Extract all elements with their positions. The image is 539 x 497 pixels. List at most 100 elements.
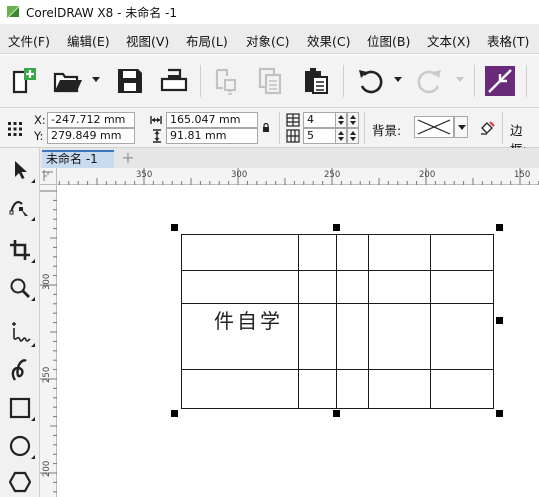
menu-effects[interactable]: 效果(C) [307, 31, 350, 50]
toolbar-separator [474, 65, 475, 97]
cut-button[interactable] [210, 65, 242, 97]
propbar-separator [279, 112, 280, 144]
ruler-label: 150 [514, 170, 531, 180]
vertical-ruler[interactable]: 300 250 200 [40, 185, 57, 497]
selection-handle[interactable] [333, 224, 340, 231]
undo-dropdown-arrow[interactable] [394, 77, 402, 82]
open-button[interactable] [52, 65, 84, 97]
columns-spinner-alt[interactable] [347, 128, 359, 144]
paste-button[interactable] [300, 65, 332, 97]
add-tab-button[interactable]: + [118, 150, 138, 168]
selection-handle[interactable] [496, 410, 503, 417]
copy-icon [258, 67, 282, 95]
horizontal-ruler-ticks [58, 168, 539, 185]
rows-spinner-alt[interactable] [347, 112, 359, 128]
vertical-ruler-ticks [40, 190, 57, 493]
print-button[interactable] [158, 65, 190, 97]
background-label: 背景: [372, 123, 402, 138]
selection-handle[interactable] [171, 410, 178, 417]
rows-spinner[interactable] [335, 112, 347, 128]
menu-layout[interactable]: 布局(L) [186, 31, 228, 50]
rectangle-tool[interactable] [4, 392, 36, 424]
columns-spinner[interactable] [335, 128, 347, 144]
drawing-canvas[interactable]: 件自学 [57, 185, 539, 497]
print-icon [160, 68, 188, 92]
menu-object[interactable]: 对象(C) [246, 31, 289, 50]
table-rows-field[interactable]: 4 [303, 112, 336, 128]
menu-view[interactable]: 视图(V) [126, 31, 169, 50]
ruler-label: 250 [324, 170, 341, 180]
menu-file[interactable]: 文件(F) [8, 31, 50, 50]
import-export-button[interactable] [484, 65, 516, 97]
coreldraw-window: CorelDRAW X8 - 未命名 -1 文件(F) 编辑(E) 视图(V) … [0, 0, 539, 497]
menu-table[interactable]: 表格(T) [487, 31, 529, 50]
background-color-dropdown[interactable] [454, 116, 468, 138]
ruler-label: 300 [42, 273, 52, 290]
polygon-icon [9, 471, 31, 493]
crop-tool[interactable] [4, 234, 36, 266]
redo-icon [417, 70, 441, 94]
selection-handle[interactable] [171, 224, 178, 231]
ruler-origin[interactable] [40, 168, 57, 185]
height-icon [153, 129, 161, 143]
undo-icon [359, 70, 383, 94]
artistic-brush-icon [11, 359, 27, 381]
artistic-media-tool[interactable] [4, 354, 36, 386]
magnifier-icon [10, 278, 30, 298]
save-button[interactable] [114, 65, 146, 97]
copy-button[interactable] [254, 65, 286, 97]
save-icon [118, 69, 142, 93]
selection-handle[interactable] [496, 224, 503, 231]
pointer-arrow-icon [15, 161, 27, 179]
paste-icon [305, 68, 328, 94]
new-document-button[interactable] [8, 65, 40, 97]
menu-text[interactable]: 文本(X) [427, 31, 470, 50]
x-position-field[interactable]: -247.712 mm [47, 112, 135, 128]
menu-bitmap[interactable]: 位图(B) [367, 31, 410, 50]
freehand-pen-icon [12, 322, 31, 342]
polygon-tool[interactable] [4, 466, 36, 497]
ruler-origin-icon [42, 170, 53, 181]
table-object[interactable] [57, 185, 539, 497]
cut-icon [215, 68, 236, 95]
document-tab-strip: 未命名 -1 + [40, 148, 539, 168]
undo-button[interactable] [354, 65, 386, 97]
flyout-indicator [31, 217, 35, 221]
ruler-label: 350 [136, 170, 153, 180]
title-bar: CorelDRAW X8 - 未命名 -1 [0, 0, 539, 24]
freehand-tool[interactable] [4, 318, 36, 350]
table-cell-text[interactable]: 件自学 [214, 305, 283, 334]
height-field[interactable]: 91.81 mm [166, 128, 258, 144]
document-tab[interactable]: 未命名 -1 [42, 150, 114, 168]
y-position-field[interactable]: 279.849 mm [47, 128, 135, 144]
standard-toolbar [0, 55, 539, 108]
redo-button[interactable] [414, 65, 446, 97]
horizontal-ruler[interactable]: 350 300 250 200 150 [57, 168, 539, 185]
propbar-separator [502, 112, 503, 144]
menu-bar: 文件(F) 编辑(E) 视图(V) 布局(L) 对象(C) 效果(C) 位图(B… [0, 24, 539, 54]
zoom-tool[interactable] [4, 272, 36, 304]
lock-ratio-icon[interactable] [262, 123, 270, 133]
background-color-picker[interactable] [414, 116, 454, 138]
flyout-indicator [31, 297, 35, 301]
selection-handle[interactable] [333, 410, 340, 417]
width-icon [150, 116, 162, 124]
redo-dropdown-arrow[interactable] [456, 77, 464, 82]
selection-handle[interactable] [496, 317, 503, 324]
ellipse-tool[interactable] [4, 430, 36, 462]
open-dropdown-arrow[interactable] [92, 77, 100, 82]
menu-edit[interactable]: 编辑(E) [67, 31, 110, 50]
table-columns-field[interactable]: 5 [303, 128, 336, 144]
width-field[interactable]: 165.047 mm [166, 112, 258, 128]
toolbox [0, 148, 40, 497]
toolbar-separator [526, 65, 527, 97]
coreldraw-logo-icon [6, 5, 20, 19]
table-columns-icon [286, 129, 300, 143]
edit-fill-icon[interactable] [478, 119, 496, 137]
ruler-label: 200 [42, 460, 52, 477]
shape-tool[interactable] [4, 192, 36, 224]
shape-node-icon [9, 201, 28, 216]
pick-tool[interactable] [4, 154, 36, 186]
object-origin-icon[interactable] [7, 121, 23, 137]
flyout-indicator [31, 455, 35, 459]
